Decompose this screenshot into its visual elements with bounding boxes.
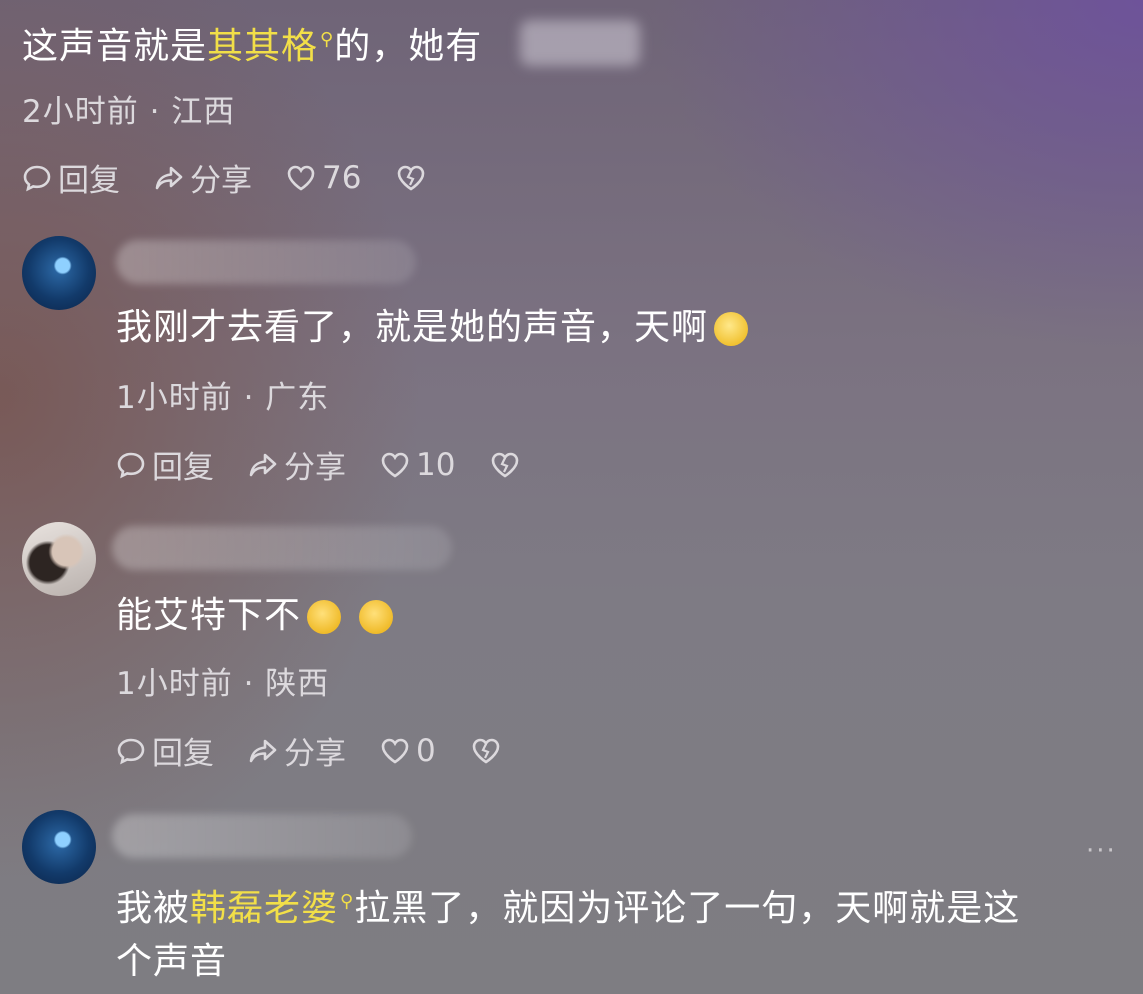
reply-button[interactable]: 回复 — [116, 442, 214, 487]
comment-text: 我刚才去看了，就是她的声音，天啊 — [116, 306, 749, 350]
dislike-button[interactable] — [489, 449, 527, 481]
mention-link[interactable]: 其其格 — [207, 26, 318, 67]
like-button[interactable]: 10 — [380, 447, 455, 483]
reply-button[interactable]: 回复 — [22, 155, 120, 200]
heart-icon — [287, 165, 315, 191]
dislike-button[interactable] — [470, 735, 508, 767]
comment-meta: 1小时前 · 广东 — [116, 380, 330, 416]
crying-face-emoji-icon — [359, 600, 394, 634]
avatar[interactable] — [22, 810, 96, 884]
comment-actions: 回复 分享 10 — [116, 442, 561, 487]
username-blur — [116, 240, 416, 284]
avatar[interactable] — [22, 522, 96, 596]
reply-icon — [117, 738, 145, 764]
share-icon — [155, 166, 183, 189]
share-icon — [249, 453, 277, 476]
crying-face-emoji-icon — [307, 600, 342, 634]
comment-meta: 1小时前 · 陕西 — [116, 666, 330, 702]
heart-icon — [381, 738, 409, 764]
like-button[interactable]: 0 — [380, 733, 436, 769]
redacted-text-blur — [520, 20, 640, 66]
comment-thread: 这声音就是其其格 ⚲的，她有 2小时前 · 江西 回复 分享 76 我刚才去看了，… — [0, 0, 1143, 994]
mention-link[interactable]: 韩磊老婆 — [190, 888, 338, 929]
heart-icon — [381, 452, 409, 478]
comment-actions: 回复 分享 0 — [116, 728, 542, 773]
broken-heart-icon — [472, 738, 500, 764]
username-blur — [112, 814, 412, 858]
username-blur — [112, 526, 452, 570]
comment-meta: 2小时前 · 江西 — [22, 94, 236, 130]
search-icon[interactable]: ⚲ — [320, 29, 334, 50]
comment-text: 这声音就是其其格 ⚲的，她有 — [22, 26, 483, 67]
broken-heart-icon — [398, 165, 425, 191]
broken-heart-icon — [492, 452, 519, 478]
reply-button[interactable]: 回复 — [116, 728, 214, 773]
flushed-face-emoji-icon — [714, 312, 749, 346]
like-button[interactable]: 76 — [286, 160, 361, 196]
share-button[interactable]: 分享 — [248, 728, 346, 773]
comment-actions: 回复 分享 76 — [22, 155, 467, 200]
share-button[interactable]: 分享 — [248, 442, 346, 487]
dislike-button[interactable] — [395, 162, 433, 194]
comment-text: 能艾特下不 — [116, 594, 394, 638]
more-options-icon[interactable]: ··· — [1086, 836, 1117, 866]
comment-text-continued: 个声音 — [116, 941, 228, 982]
search-icon[interactable]: ⚲ — [340, 891, 354, 912]
comment-text: 我被韩磊老婆 ⚲拉黑了，就因为评论了一句，天啊就是这 — [116, 888, 1021, 929]
share-icon — [249, 739, 277, 762]
share-button[interactable]: 分享 — [154, 155, 252, 200]
avatar[interactable] — [22, 236, 96, 310]
reply-icon — [23, 165, 51, 191]
reply-icon — [117, 452, 145, 478]
